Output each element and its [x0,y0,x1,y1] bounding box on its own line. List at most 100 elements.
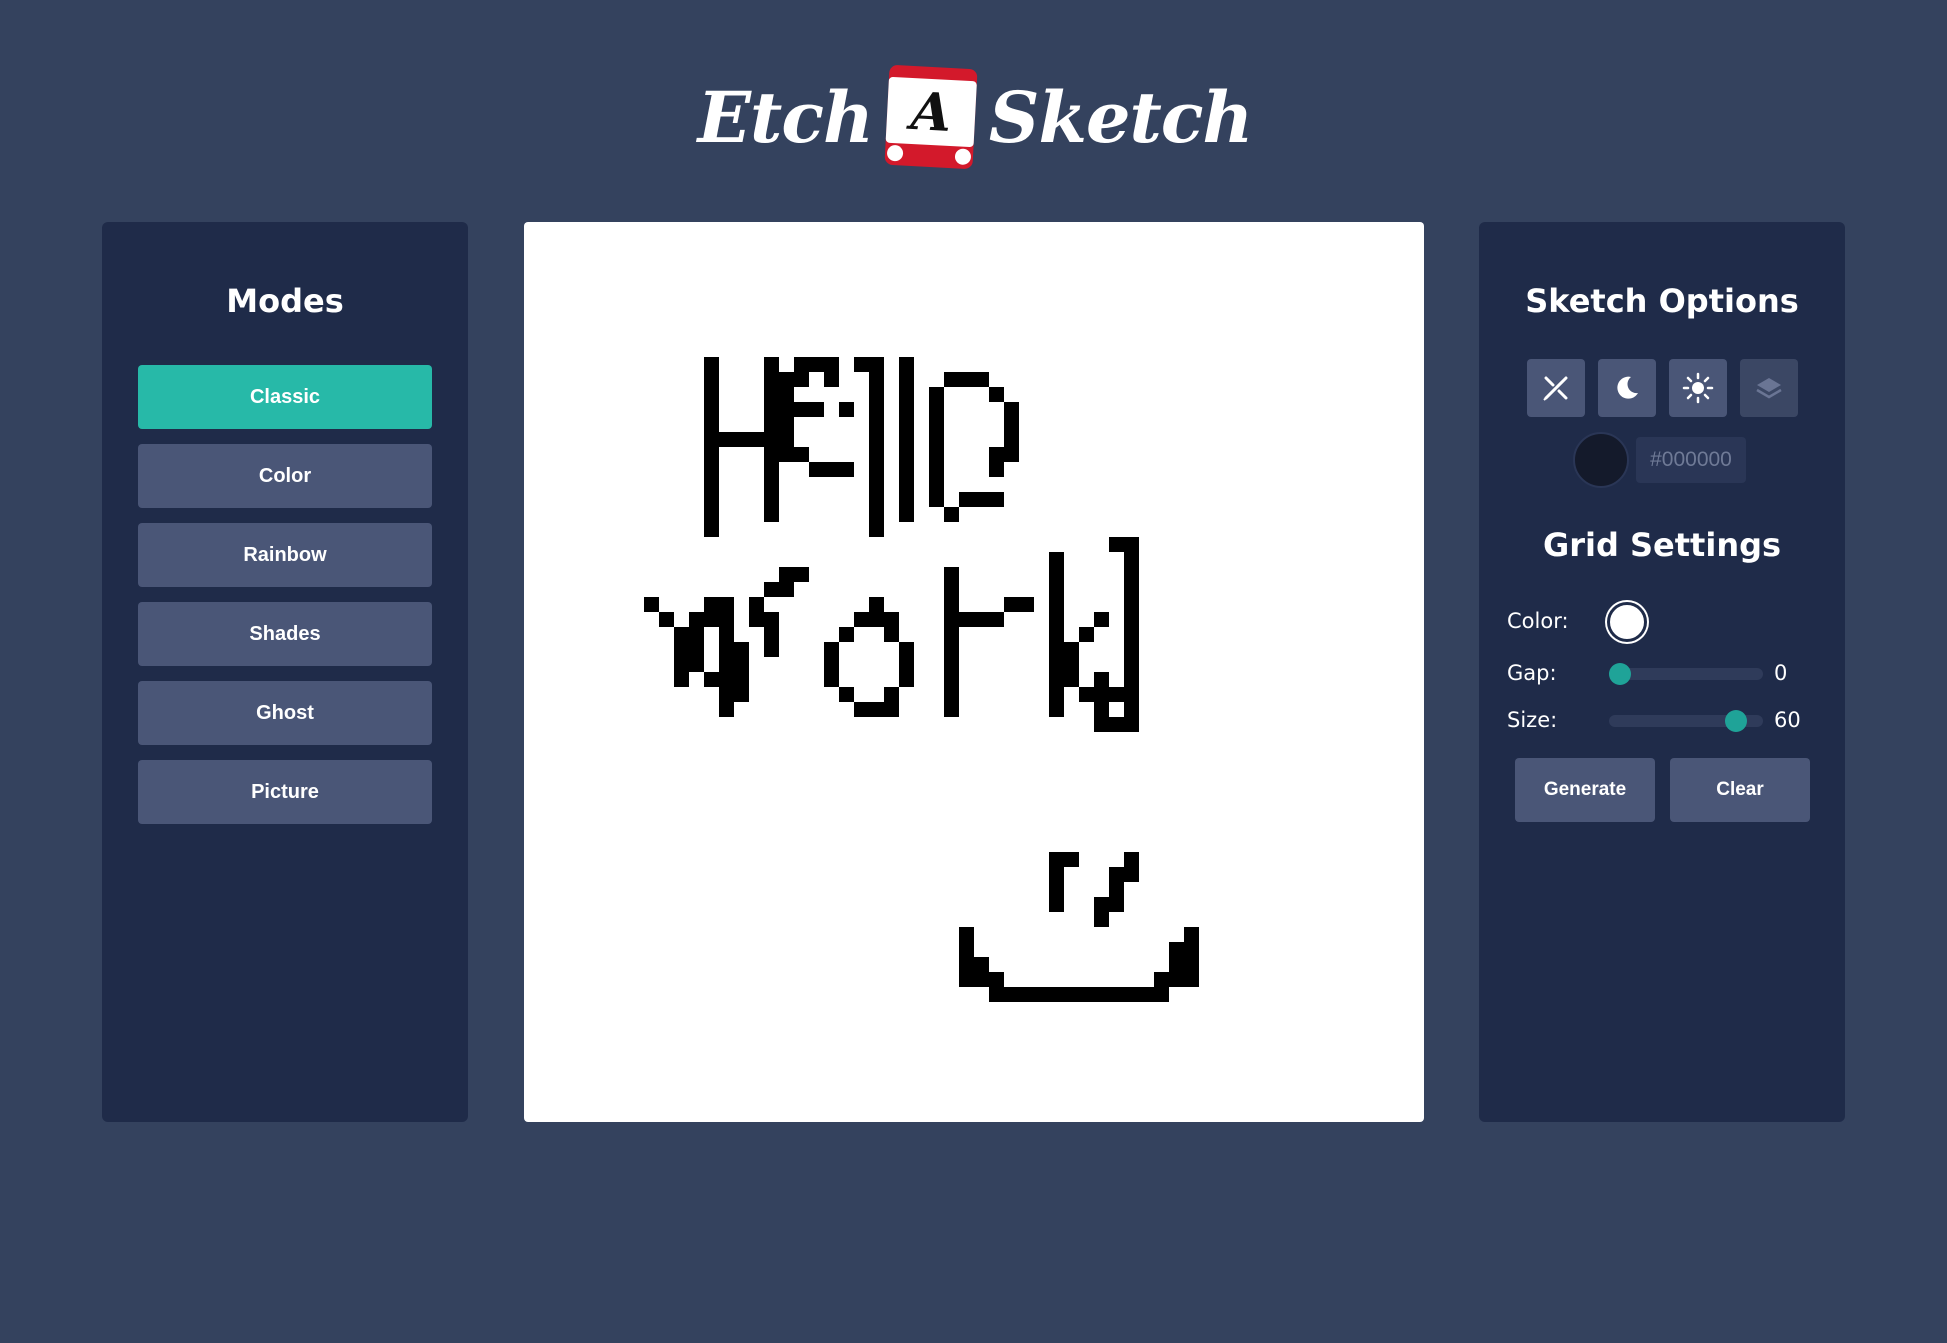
filled-cell[interactable] [929,492,944,507]
filled-cell[interactable] [974,492,1004,507]
filled-cell[interactable] [1049,852,1079,867]
filled-cell[interactable] [809,462,854,477]
filled-cell[interactable] [959,492,974,507]
filled-cell[interactable] [1004,447,1019,462]
filled-cell[interactable] [1124,552,1139,732]
filled-cell[interactable] [989,972,1004,1002]
filled-cell[interactable] [839,687,854,702]
filled-cell[interactable] [689,657,704,672]
filled-cell[interactable] [1184,927,1199,987]
filled-cell[interactable] [794,447,809,462]
light-mode-button[interactable] [1669,359,1727,417]
mode-classic-button[interactable]: Classic [138,365,432,429]
filled-cell[interactable] [1094,912,1109,927]
filled-cell[interactable] [749,612,779,627]
filled-cell[interactable] [704,357,719,537]
filled-cell[interactable] [884,627,899,642]
filled-cell[interactable] [794,372,809,387]
filled-cell[interactable] [719,432,764,447]
filled-cell[interactable] [764,627,779,657]
filled-cell[interactable] [854,357,869,372]
filled-cell[interactable] [929,387,944,402]
generate-button[interactable]: Generate [1515,758,1655,822]
dark-mode-button[interactable] [1598,359,1656,417]
layers-button[interactable] [1740,359,1798,417]
filled-cell[interactable] [839,627,854,642]
filled-cell[interactable] [1004,597,1034,612]
filled-cell[interactable] [689,627,704,657]
filled-cell[interactable] [1079,627,1094,642]
filled-cell[interactable] [884,687,899,702]
filled-cell[interactable] [824,372,839,387]
filled-cell[interactable] [659,612,674,627]
filled-cell[interactable] [1124,852,1139,882]
filled-cell[interactable] [1109,867,1124,882]
filled-cell[interactable] [824,642,839,687]
filled-cell[interactable] [779,402,824,417]
filled-cell[interactable] [944,567,959,717]
filled-cell[interactable] [1094,702,1109,717]
filled-cell[interactable] [959,612,1004,627]
filled-cell[interactable] [899,642,914,687]
mode-picture-button[interactable]: Picture [138,760,432,824]
pixel-grid[interactable] [524,222,1424,1122]
filled-cell[interactable] [1109,537,1139,552]
filled-cell[interactable] [1049,867,1064,912]
filled-cell[interactable] [1169,942,1184,972]
filled-cell[interactable] [1094,612,1109,627]
filled-cell[interactable] [764,357,779,522]
filled-cell[interactable] [1094,717,1124,732]
filled-cell[interactable] [779,372,794,402]
filled-cell[interactable] [689,612,719,627]
filled-cell[interactable] [869,597,884,612]
size-slider-thumb[interactable] [1725,710,1748,732]
filled-cell[interactable] [1049,552,1064,717]
filled-cell[interactable] [674,627,689,687]
filled-cell[interactable] [644,597,659,612]
filled-cell[interactable] [974,972,989,987]
filled-cell[interactable] [869,357,884,537]
filled-cell[interactable] [959,927,974,987]
filled-cell[interactable] [1154,972,1184,987]
gap-slider[interactable] [1609,663,1763,685]
filled-cell[interactable] [1079,687,1094,702]
gap-slider-thumb[interactable] [1609,663,1631,685]
clear-button[interactable]: Clear [1670,758,1810,822]
filled-cell[interactable] [764,582,779,597]
filled-cell[interactable] [854,702,899,717]
filled-cell[interactable] [1094,897,1124,912]
mode-color-button[interactable]: Color [138,444,432,508]
sketch-canvas[interactable] [524,222,1424,1122]
grid-color-picker[interactable] [1607,602,1647,642]
filled-cell[interactable] [929,402,944,492]
filled-cell[interactable] [944,507,959,522]
filled-cell[interactable] [854,612,899,627]
filled-cell[interactable] [779,567,809,582]
filled-cell[interactable] [749,597,764,612]
filled-cell[interactable] [989,387,1004,402]
size-slider[interactable] [1609,710,1763,732]
filled-cell[interactable] [779,417,794,447]
filled-cell[interactable] [989,447,1004,477]
filled-cell[interactable] [704,672,719,687]
filled-cell[interactable] [1004,987,1169,1002]
filled-cell[interactable] [779,447,794,462]
filled-cell[interactable] [779,582,794,597]
filled-cell[interactable] [1109,687,1124,702]
filled-cell[interactable] [839,402,854,417]
filled-cell[interactable] [974,957,989,972]
filled-cell[interactable] [944,372,989,387]
eraser-toggle-button[interactable] [1527,359,1585,417]
mode-ghost-button[interactable]: Ghost [138,681,432,745]
filled-cell[interactable] [899,357,914,522]
filled-cell[interactable] [1109,882,1124,897]
filled-cell[interactable] [794,357,839,372]
pen-color-picker[interactable] [1573,432,1629,488]
filled-cell[interactable] [1064,642,1079,687]
filled-cell[interactable] [734,642,749,702]
filled-cell[interactable] [1004,402,1019,447]
mode-shades-button[interactable]: Shades [138,602,432,666]
pen-color-hex-input[interactable]: #000000 [1636,437,1746,483]
filled-cell[interactable] [719,627,734,717]
mode-rainbow-button[interactable]: Rainbow [138,523,432,587]
